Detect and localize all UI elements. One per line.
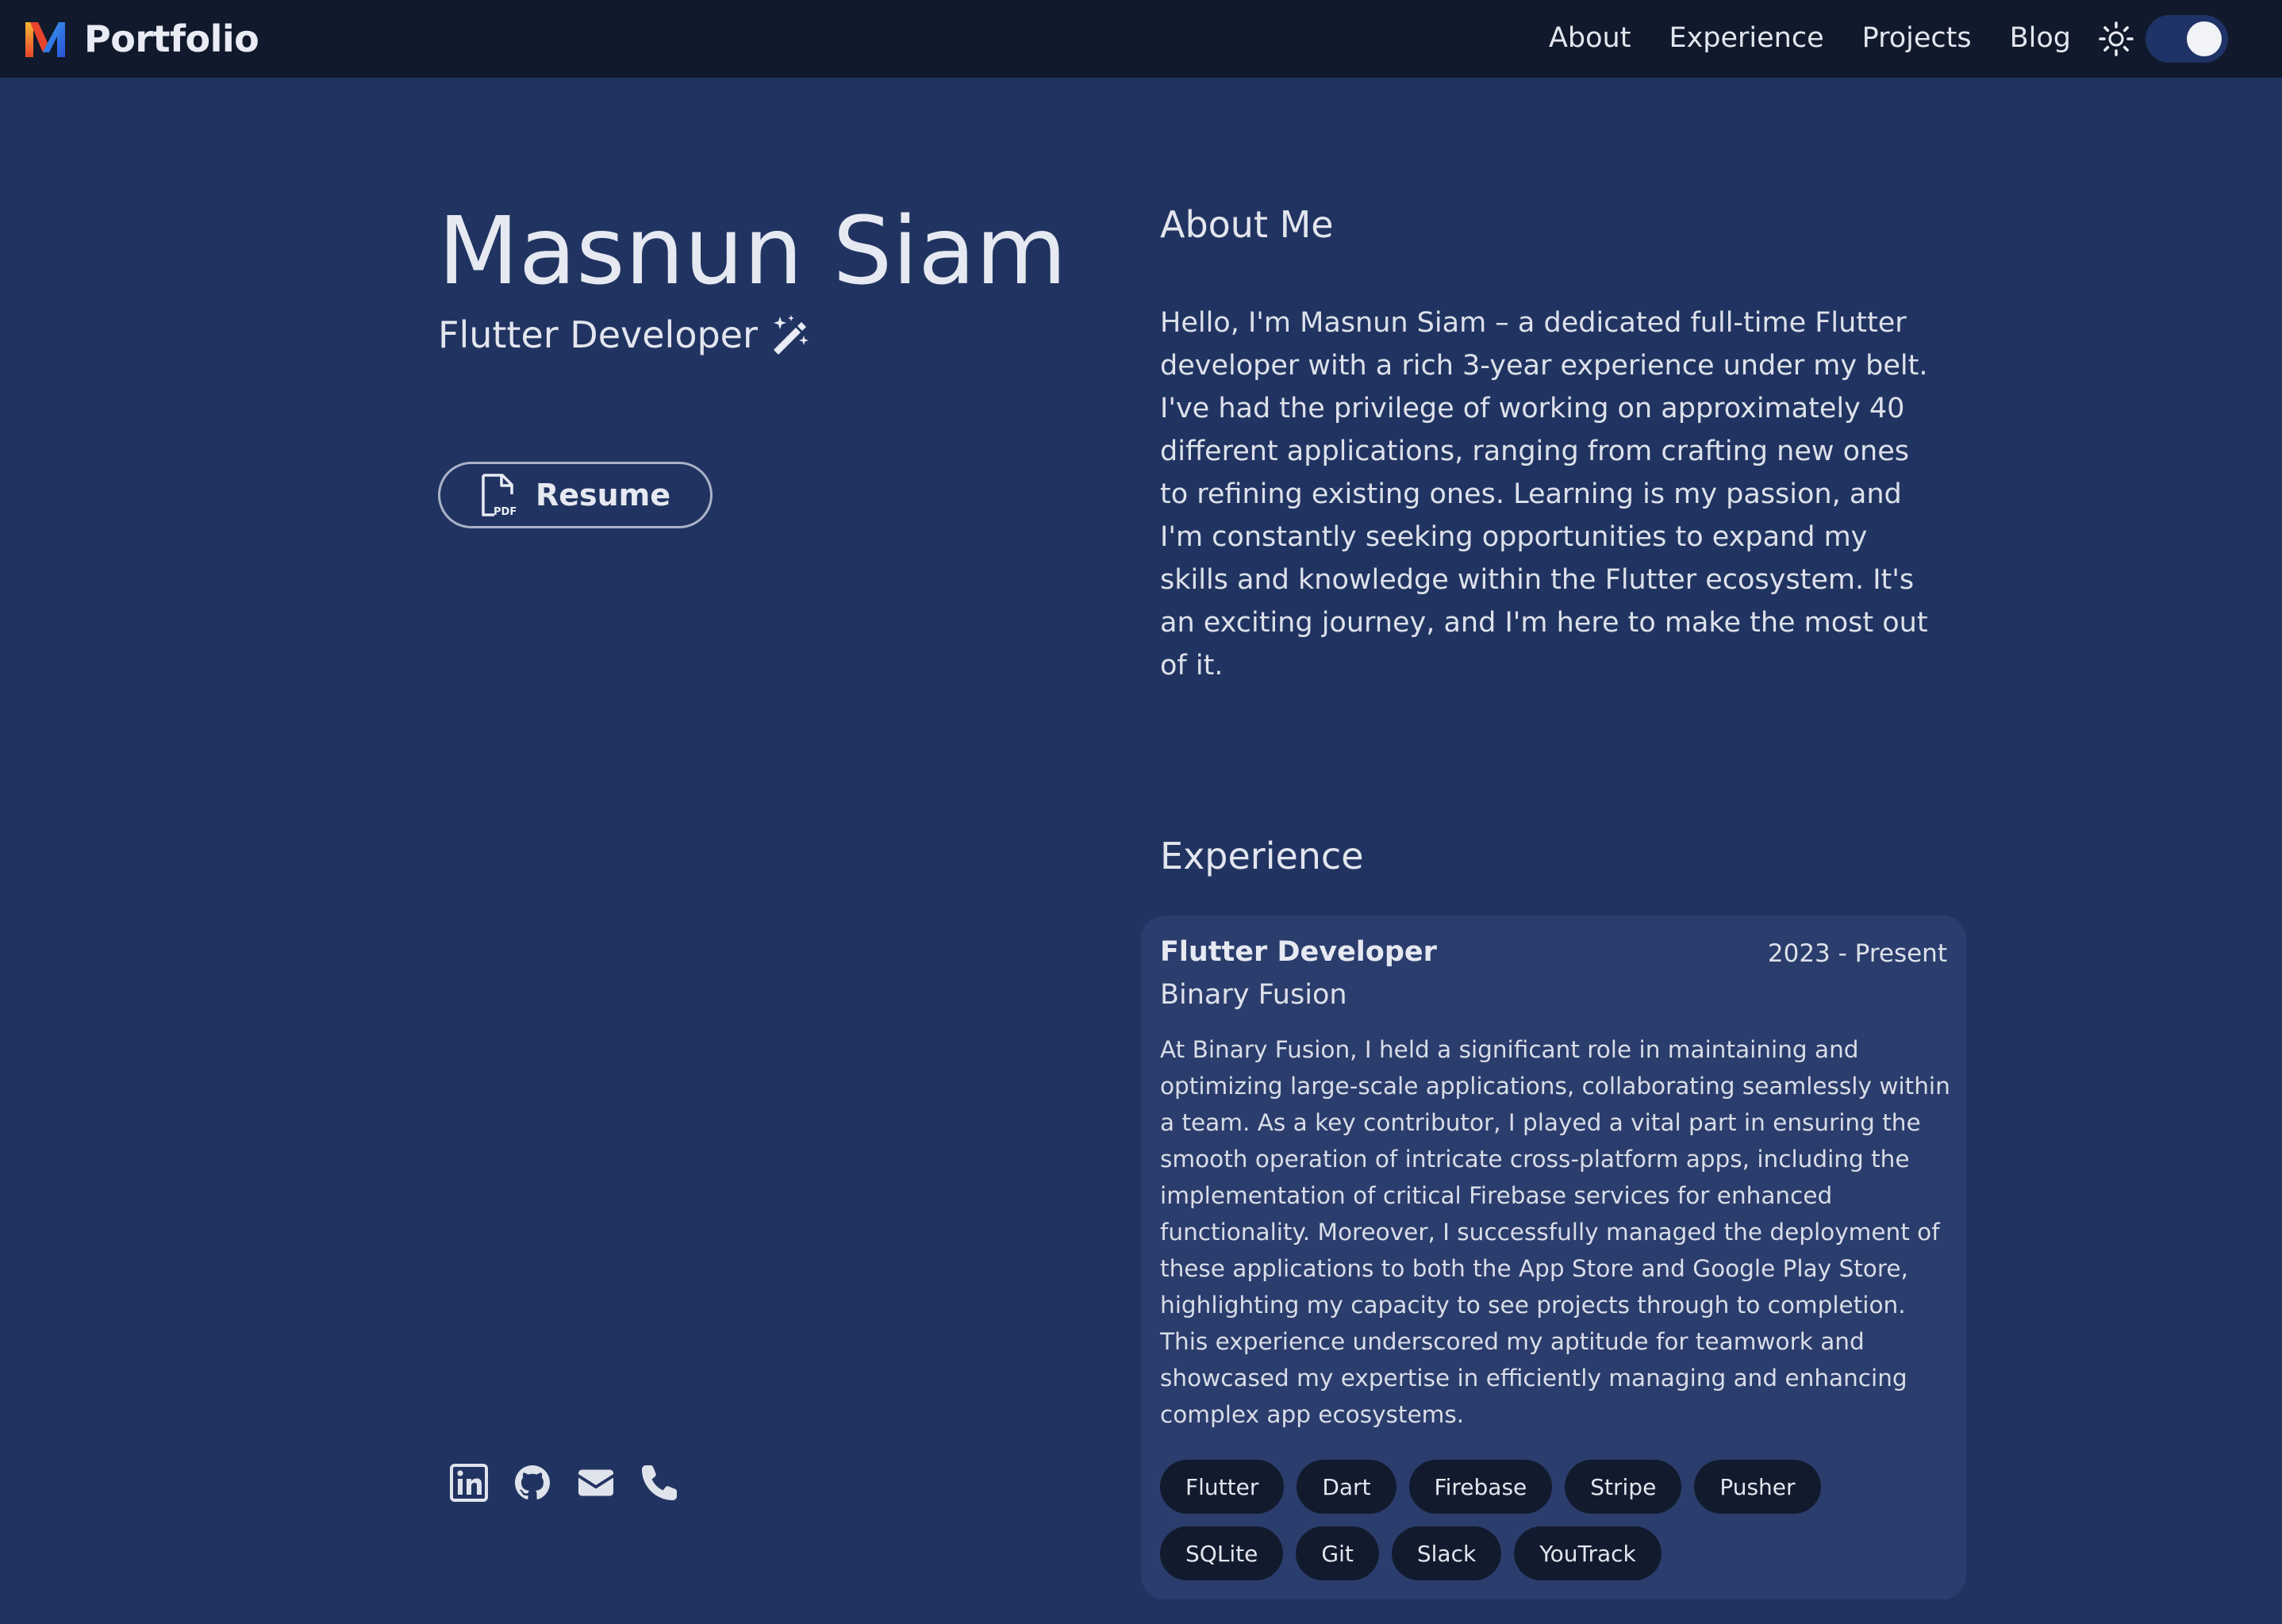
skill-tag: Dart xyxy=(1297,1460,1396,1514)
skill-tag: Slack xyxy=(1391,1526,1502,1580)
skill-tag: YouTrack xyxy=(1514,1526,1662,1580)
experience-title: Experience xyxy=(1160,835,1364,877)
job-description: At Binary Fusion, I held a significant r… xyxy=(1160,1036,1950,1428)
skill-tag: Firebase xyxy=(1408,1460,1553,1514)
theme-controls xyxy=(2098,8,2265,70)
skill-tags: Flutter Dart Firebase Stripe Pusher SQLi… xyxy=(1160,1460,1954,1580)
social-links xyxy=(449,1461,679,1504)
about-text: Hello, I'm Masnun Siam – a dedicated ful… xyxy=(1160,307,1928,681)
hero-role-label: Flutter Developer xyxy=(438,313,758,356)
github-icon[interactable] xyxy=(513,1463,552,1503)
hero-name: Masnun Siam xyxy=(438,196,1067,305)
skill-tag: Stripe xyxy=(1565,1460,1682,1514)
nav-links: About Experience Projects Blog xyxy=(1549,11,2071,65)
job-company: Binary Fusion xyxy=(1160,979,1347,1011)
linkedin-icon[interactable] xyxy=(449,1463,489,1503)
moon-icon xyxy=(2244,24,2259,54)
skill-tag: Pusher xyxy=(1694,1460,1821,1514)
nav-link-experience[interactable]: Experience xyxy=(1669,22,1823,54)
nav-link-blog[interactable]: Blog xyxy=(2010,22,2071,54)
job-title: Flutter Developer xyxy=(1160,936,1437,968)
theme-toggle-knob xyxy=(2187,21,2222,56)
nav-link-about[interactable]: About xyxy=(1549,22,1631,54)
pdf-file-icon: PDF xyxy=(482,474,517,516)
svg-text:PDF: PDF xyxy=(494,506,517,516)
brand[interactable]: Portfolio xyxy=(24,14,259,63)
about-title: About Me xyxy=(1160,203,1334,246)
phone-icon[interactable] xyxy=(640,1463,679,1503)
hero-role: Flutter Developer xyxy=(438,311,812,359)
resume-button[interactable]: PDF Resume xyxy=(438,462,713,528)
skill-tag: Git xyxy=(1296,1526,1379,1580)
magic-wand-icon xyxy=(773,315,809,355)
navbar: Portfolio About Experience Projects Blog xyxy=(0,0,2282,78)
brand-name: Portfolio xyxy=(84,17,259,60)
sun-icon xyxy=(2099,21,2134,56)
skill-tag: Flutter xyxy=(1160,1460,1285,1514)
job-dates: 2023 - Present xyxy=(1767,939,1947,968)
brand-logo-icon xyxy=(25,22,65,57)
resume-button-label: Resume xyxy=(535,478,671,513)
email-icon[interactable] xyxy=(576,1463,616,1503)
nav-link-projects[interactable]: Projects xyxy=(1862,22,1972,54)
theme-toggle[interactable] xyxy=(2146,15,2228,63)
skill-tag: SQLite xyxy=(1160,1526,1284,1580)
experience-card: Flutter Developer 2023 - Present Binary … xyxy=(1141,916,1966,1599)
